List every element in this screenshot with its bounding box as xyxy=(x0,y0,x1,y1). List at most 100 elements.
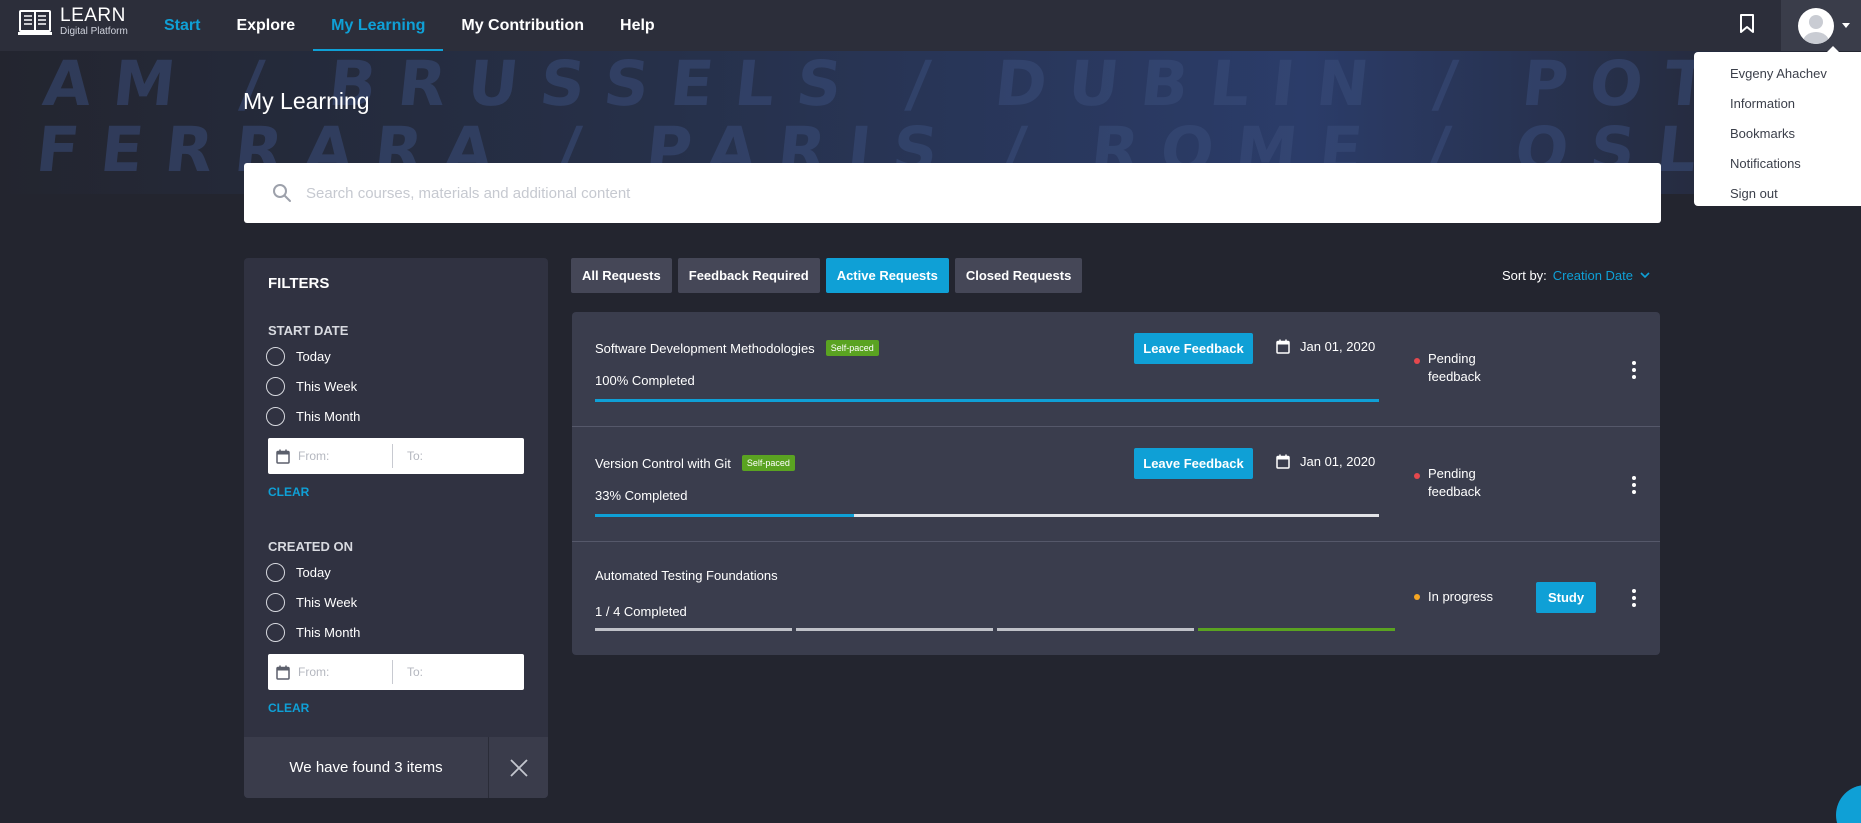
status-line-1: Pending xyxy=(1428,351,1476,366)
progress-bar xyxy=(595,399,1379,402)
radio-label: Today xyxy=(296,565,331,580)
request-tabs: All Requests Feedback Required Active Re… xyxy=(571,258,1088,293)
menu-item-notifications[interactable]: Notifications xyxy=(1694,148,1861,178)
created-on-to-field[interactable]: To: xyxy=(393,665,423,679)
user-menu-toggle[interactable] xyxy=(1781,0,1861,51)
radio-circle xyxy=(266,593,285,612)
status-line-2: feedback xyxy=(1428,369,1481,384)
progress-bar-fill xyxy=(595,399,1379,402)
filters-panel: FILTERS START DATE Today This Week This … xyxy=(244,258,548,798)
kebab-dot xyxy=(1632,603,1636,607)
chat-launcher-button[interactable] xyxy=(1836,785,1861,823)
course-title-row: Version Control with Git Self-paced xyxy=(595,455,795,471)
sort-dropdown[interactable]: Creation Date xyxy=(1553,268,1650,283)
top-navigation-bar: LEARN Digital Platform Start Explore My … xyxy=(0,0,1861,51)
course-date: Jan 01, 2020 xyxy=(1276,339,1375,354)
status-badge: Pending feedback xyxy=(1414,350,1481,386)
list-item: Automated Testing Foundations 1 / 4 Comp… xyxy=(572,542,1660,655)
created-on-this-month-radio[interactable]: This Month xyxy=(266,623,360,642)
start-date-today-radio[interactable]: Today xyxy=(266,347,331,366)
filters-title: FILTERS xyxy=(268,275,330,292)
created-on-range-picker[interactable]: From: To: xyxy=(268,654,524,690)
created-on-today-radio[interactable]: Today xyxy=(266,563,331,582)
course-title-row: Software Development Methodologies Self-… xyxy=(595,340,879,356)
start-date-to-field[interactable]: To: xyxy=(393,449,423,463)
start-date-clear-link[interactable]: CLEAR xyxy=(268,485,309,499)
results-count-text: We have found 3 items xyxy=(289,759,443,776)
radio-label: This Month xyxy=(296,625,361,640)
sort-control: Sort by: Creation Date xyxy=(1502,268,1650,283)
brand-subtitle: Digital Platform xyxy=(60,26,128,37)
close-icon xyxy=(509,758,528,777)
status-dot xyxy=(1414,358,1420,364)
status-dot xyxy=(1414,473,1420,479)
more-options-button[interactable] xyxy=(1624,358,1644,382)
self-paced-badge: Self-paced xyxy=(741,455,795,471)
created-on-clear-link[interactable]: CLEAR xyxy=(268,701,309,715)
course-title[interactable]: Automated Testing Foundations xyxy=(595,568,778,583)
tab-all-requests[interactable]: All Requests xyxy=(571,258,672,293)
course-title-row: Automated Testing Foundations xyxy=(595,568,778,583)
status-text: Pending feedback xyxy=(1428,350,1481,386)
list-item: Software Development Methodologies Self-… xyxy=(572,312,1660,427)
calendar-icon xyxy=(276,449,290,464)
course-title[interactable]: Software Development Methodologies xyxy=(595,341,815,356)
status-badge: In progress xyxy=(1414,588,1493,606)
kebab-dot xyxy=(1632,368,1636,372)
radio-circle xyxy=(266,623,285,642)
chevron-down-icon xyxy=(1640,272,1650,279)
nav-help[interactable]: Help xyxy=(602,0,673,51)
progress-label: 100% Completed xyxy=(595,373,695,388)
menu-item-user-name[interactable]: Evgeny Ahachev xyxy=(1694,58,1861,88)
kebab-dot xyxy=(1632,361,1636,365)
user-dropdown-menu: Evgeny Ahachev Information Bookmarks Not… xyxy=(1694,46,1861,208)
start-date-this-week-radio[interactable]: This Week xyxy=(266,377,357,396)
start-date-this-month-radio[interactable]: This Month xyxy=(266,407,360,426)
menu-item-bookmarks[interactable]: Bookmarks xyxy=(1694,118,1861,148)
results-summary: We have found 3 items xyxy=(244,737,548,798)
kebab-dot xyxy=(1632,589,1636,593)
search-bar xyxy=(244,163,1661,223)
radio-label: This Week xyxy=(296,379,358,394)
close-filters-button[interactable] xyxy=(488,737,548,798)
menu-item-sign-out[interactable]: Sign out xyxy=(1694,178,1861,208)
date-text: Jan 01, 2020 xyxy=(1300,454,1376,469)
leave-feedback-button[interactable]: Leave Feedback xyxy=(1134,448,1253,479)
menu-item-information[interactable]: Information xyxy=(1694,88,1861,118)
nav-start[interactable]: Start xyxy=(146,0,218,51)
search-input[interactable] xyxy=(306,184,1606,202)
tab-active-requests[interactable]: Active Requests xyxy=(825,258,949,293)
created-on-label: CREATED ON xyxy=(268,539,353,554)
calendar-icon xyxy=(1276,339,1290,354)
sort-label: Sort by: xyxy=(1502,268,1547,283)
brand-logo[interactable]: LEARN Digital Platform xyxy=(18,6,128,37)
segmented-progress xyxy=(595,628,1399,631)
nav-explore[interactable]: Explore xyxy=(218,0,313,51)
progress-label: 1 / 4 Completed xyxy=(595,604,687,619)
more-options-button[interactable] xyxy=(1624,473,1644,497)
tab-closed-requests[interactable]: Closed Requests xyxy=(954,258,1083,293)
caret-down-icon xyxy=(1842,23,1850,28)
kebab-dot xyxy=(1632,490,1636,494)
created-on-from-field[interactable]: From: xyxy=(298,660,393,684)
kebab-dot xyxy=(1632,596,1636,600)
more-options-button[interactable] xyxy=(1624,586,1644,610)
start-date-from-field[interactable]: From: xyxy=(298,444,393,468)
calendar-icon xyxy=(276,665,290,680)
study-button[interactable]: Study xyxy=(1536,582,1596,613)
status-line-2: feedback xyxy=(1428,484,1481,499)
created-on-this-week-radio[interactable]: This Week xyxy=(266,593,357,612)
tab-feedback-required[interactable]: Feedback Required xyxy=(677,258,820,293)
start-date-range-picker[interactable]: From: To: xyxy=(268,438,524,474)
radio-circle xyxy=(266,407,285,426)
sort-value: Creation Date xyxy=(1552,268,1634,283)
page-title: My Learning xyxy=(243,88,370,114)
bookmarks-button[interactable] xyxy=(1732,9,1762,39)
leave-feedback-button[interactable]: Leave Feedback xyxy=(1134,333,1253,364)
progress-segment xyxy=(997,628,1194,631)
main-nav: Start Explore My Learning My Contributio… xyxy=(146,0,673,51)
nav-my-learning[interactable]: My Learning xyxy=(313,0,444,51)
progress-bar xyxy=(595,514,1379,517)
nav-my-contribution[interactable]: My Contribution xyxy=(443,0,602,51)
course-title[interactable]: Version Control with Git xyxy=(595,456,731,471)
